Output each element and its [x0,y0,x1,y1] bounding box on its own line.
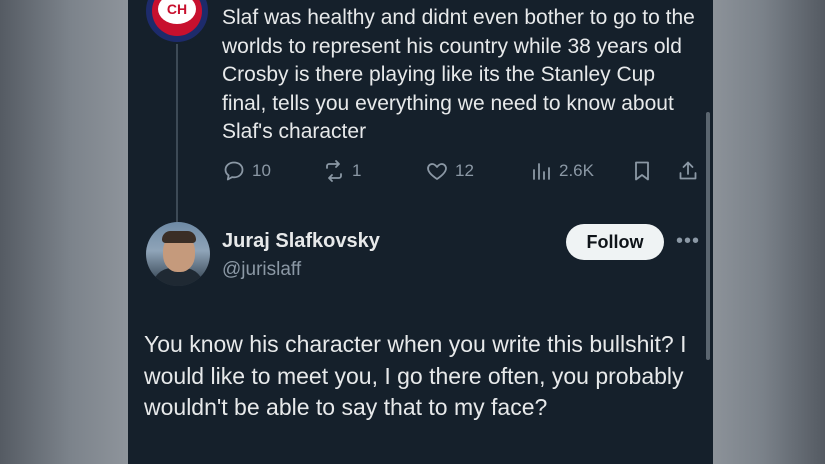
thread-connector-line [176,40,178,225]
scrollbar[interactable] [706,112,710,360]
tweet-action-bar: 10 1 12 2.6K [222,156,702,186]
original-author-avatar[interactable]: CH [144,0,210,44]
reply-author-handle[interactable]: @jurislaff [222,259,301,281]
repost-icon [326,160,342,182]
reply-icon [224,161,244,181]
like-action[interactable]: 12 [425,156,474,186]
reply-author-name[interactable]: Juraj Slafkovsky [222,230,380,253]
views-bar-chart-icon [533,163,550,180]
repost-action[interactable]: 1 [322,156,361,186]
tweet-thread-card: CH Slaf was healthy and didnt even bothe… [128,0,713,464]
share-icon [679,161,697,180]
reply-tweet-text: You know his character when you write th… [144,331,687,420]
original-tweet-text: Slaf was healthy and didnt even bother t… [222,6,695,143]
follow-button[interactable]: Follow [566,224,664,260]
share-action[interactable] [676,156,700,186]
heart-icon [427,163,447,180]
avatar-hair [162,231,196,243]
bookmark-icon [635,161,649,181]
bookmark-action[interactable] [630,156,654,186]
views-count: 2.6K [559,161,594,180]
like-count: 12 [455,161,474,180]
right-blur-backdrop [713,0,825,464]
repost-count: 1 [352,161,362,180]
reply-action[interactable]: 10 [222,156,271,186]
left-blur-backdrop [0,0,128,464]
views-action[interactable]: 2.6K [529,156,594,186]
reply-author-avatar[interactable] [146,222,210,286]
reply-count: 10 [252,161,271,180]
more-options-icon[interactable]: ••• [676,230,700,253]
